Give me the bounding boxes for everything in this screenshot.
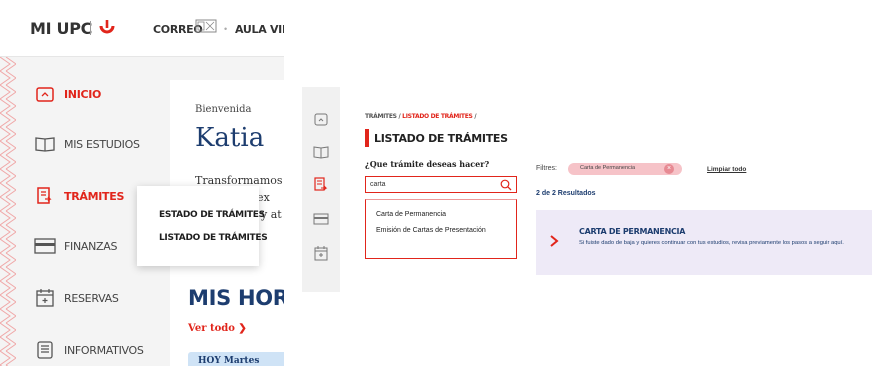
home-icon[interactable] — [313, 111, 329, 127]
breadcrumb-current: LISTADO DE TRÁMITES — [402, 113, 473, 120]
filters-label: Filtres: — [536, 165, 557, 172]
breadcrumb: TRÁMITES / LISTADO DE TRÁMITES / — [365, 113, 476, 120]
breadcrumb-parent[interactable]: TRÁMITES — [365, 113, 397, 120]
nav-separator: • — [224, 24, 228, 34]
home-icon — [34, 83, 56, 105]
search-input[interactable] — [370, 179, 490, 190]
card-icon[interactable] — [313, 211, 329, 227]
title-accent-bar — [365, 129, 369, 147]
collapsed-sidebar — [302, 87, 340, 292]
search-box — [365, 176, 517, 193]
today-label: HOY Martes — [198, 356, 260, 366]
sidebar-item-label: INFORMATIVOS — [64, 343, 144, 357]
see-all-label: Ver todo — [188, 323, 235, 334]
sidebar-item-label: MIS ESTUDIOS — [64, 137, 140, 151]
newspaper-icon — [34, 339, 56, 361]
sidebar-item-reservas[interactable]: RESERVAS — [34, 283, 119, 313]
upc-logo-icon — [99, 20, 115, 34]
page-title: LISTADO DE TRÁMITES — [374, 132, 508, 145]
sidebar-item-mis-estudios[interactable]: MIS ESTUDIOS — [34, 129, 140, 159]
document-icon[interactable] — [313, 177, 329, 193]
book-icon[interactable] — [313, 144, 329, 160]
search-icon[interactable] — [500, 179, 512, 191]
sidebar-item-label: INICIO — [64, 87, 102, 101]
sidebar-item-inicio[interactable]: INICIO — [34, 79, 101, 109]
suggestion-item[interactable]: Emisión de Cartas de Presentación — [376, 226, 486, 235]
dropdown-item-listado[interactable]: LISTADO DE TRÁMITES — [159, 233, 268, 243]
dropdown-item-estado[interactable]: ESTADO DE TRÁMITES — [159, 210, 265, 220]
left-panel: MI UPC CORREO • AULA VIRT INICIO — [0, 0, 284, 366]
mail-icon — [195, 19, 217, 33]
user-name: Katia — [195, 123, 265, 153]
nav-aula-virtual-link[interactable]: AULA VIRT — [235, 23, 284, 36]
calendar-icon[interactable] — [313, 245, 329, 261]
sidebar-item-informativos[interactable]: INFORMATIVOS — [34, 335, 144, 365]
right-panel: TRÁMITES / LISTADO DE TRÁMITES / LISTADO… — [302, 87, 872, 366]
chevron-right-icon: ❯ — [238, 323, 247, 334]
clear-all-link[interactable]: Limpiar todo — [707, 166, 746, 173]
sidebar-item-label: TRÁMITES — [64, 189, 125, 203]
see-all-link[interactable]: Ver todo ❯ — [188, 323, 247, 334]
tramites-dropdown: ESTADO DE TRÁMITES LISTADO DE TRÁMITES — [137, 186, 268, 266]
close-icon[interactable]: × — [664, 164, 674, 174]
card-icon — [34, 235, 56, 257]
section-title: MIS HORAR — [188, 286, 284, 310]
logo-divider — [90, 21, 91, 35]
result-card[interactable]: CARTA DE PERMANENCIA Si fuiste dado de b… — [536, 210, 872, 275]
greeting: Bienvenida — [195, 104, 252, 115]
book-icon — [34, 133, 56, 155]
decorative-pattern — [0, 57, 16, 366]
search-suggestions: Carta de Permanencia Emisión de Cartas d… — [365, 199, 517, 259]
search-question: ¿Que trámite deseas hacer? — [365, 159, 490, 169]
breadcrumb-trailing: / — [472, 113, 477, 120]
sidebar-item-label: FINANZAS — [64, 239, 118, 253]
result-card-title: CARTA DE PERMANENCIA — [579, 227, 686, 236]
logo-text[interactable]: MI UPC — [30, 19, 92, 38]
document-icon — [34, 185, 56, 207]
calendar-icon — [34, 287, 56, 309]
chevron-right-icon — [550, 235, 559, 247]
sidebar-item-tramites[interactable]: TRÁMITES — [34, 181, 124, 211]
results-count: 2 de 2 Resultados — [536, 190, 596, 197]
top-navbar: MI UPC CORREO • AULA VIRT — [0, 0, 284, 57]
filter-chip-label: Carta de Permanencia — [580, 165, 636, 171]
sidebar-item-finanzas[interactable]: FINANZAS — [34, 231, 118, 261]
result-card-description: Si fuiste dado de baja y quieres continu… — [579, 240, 844, 246]
suggestion-item[interactable]: Carta de Permanencia — [376, 210, 446, 219]
today-banner: HOY Martes — [188, 352, 284, 366]
filter-chip: Carta de Permanencia × — [568, 163, 682, 175]
sidebar-item-label: RESERVAS — [64, 291, 119, 305]
